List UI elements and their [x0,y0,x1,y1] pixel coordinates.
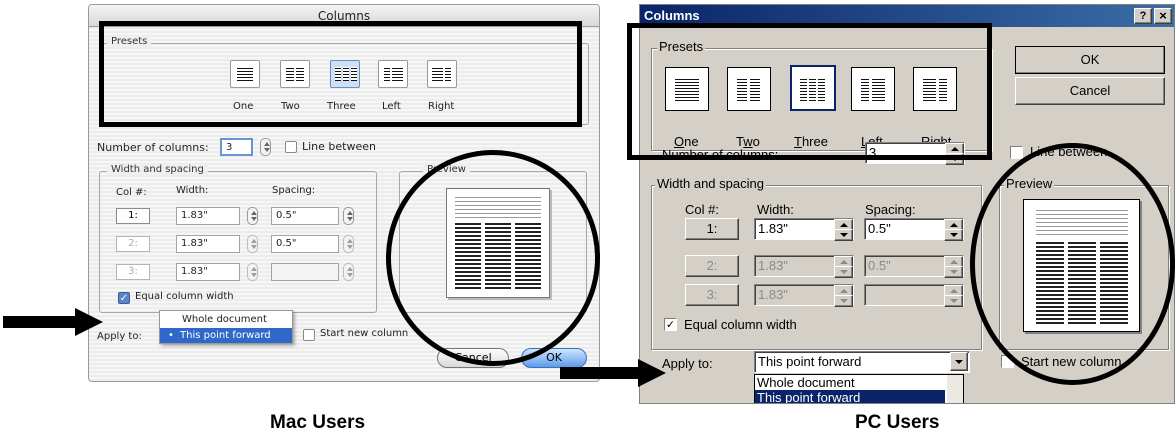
pc-apply-dropdown-button[interactable] [950,352,968,371]
mac-start-new-column-checkbox[interactable] [303,329,315,341]
pc-dropdown-scrollbar[interactable] [947,375,963,403]
pc-col-number-3: 3: [685,284,739,306]
mac-width-header: Width: [176,185,209,196]
pc-spacing-header: Spacing: [865,202,916,217]
mac-apply-to-menu[interactable]: Whole document • This point forward [159,310,293,344]
pc-col-number-1: 1: [685,218,739,240]
pc-spacing-spinner-1[interactable] [944,219,963,241]
pc-users-caption: PC Users [855,412,940,433]
pc-width-spinner-1[interactable] [834,219,853,241]
mac-apply-arrow-icon [75,308,103,336]
pc-spacing-spinner-2[interactable] [944,256,963,278]
pc-presets-highlight-box [627,23,992,160]
mac-spacing-input-1[interactable]: 0.5" [271,207,339,225]
mac-width-input-2[interactable]: 1.83" [176,235,240,253]
pc-close-button[interactable]: × [1154,8,1172,24]
mac-col-number-2: 2: [116,236,150,252]
mac-start-new-column-label: Start new column [320,328,409,339]
pc-apply-to-label: Apply to: [662,356,713,371]
mac-apply-option-whole[interactable]: Whole document [160,312,292,327]
chevron-down-icon [955,360,963,364]
pc-apply-option-forward[interactable]: This point forward [755,390,945,403]
mac-line-between-label: Line between [302,140,376,153]
mac-spacing-input-3[interactable] [271,263,339,281]
pc-cancel-button[interactable]: Cancel [1015,77,1165,105]
mac-num-columns-input[interactable]: 3 [220,138,253,156]
mac-col-number-1: 1: [116,208,150,224]
spin-down-icon[interactable] [944,295,963,307]
pc-ok-button[interactable]: OK [1015,46,1165,74]
pc-spacing-spinner-3[interactable] [944,285,963,307]
mac-num-columns-label: Number of columns: [97,141,209,154]
mac-num-columns-stepper[interactable] [260,138,271,156]
pc-width-spacing-label: Width and spacing [655,176,766,191]
pc-apply-arrow-shaft [560,367,640,379]
pc-dialog-title: Columns [644,8,700,23]
mac-apply-arrow-shaft [3,316,77,328]
mac-width-input-1[interactable]: 1.83" [176,207,240,225]
mac-spacing-stepper-2[interactable] [343,235,354,253]
mac-apply-option-forward[interactable]: • This point forward [160,328,292,343]
mac-width-stepper-2[interactable] [247,235,258,253]
spin-down-icon[interactable] [834,266,853,278]
spin-down-icon[interactable] [834,229,853,241]
pc-apply-to-dropdown-list[interactable]: Whole document This point forward [754,374,964,403]
mac-presets-highlight-box [99,21,582,127]
pc-col-number-2: 2: [685,255,739,277]
mac-preview-highlight-circle [386,150,600,366]
pc-col-header: Col #: [685,202,719,217]
spin-down-icon[interactable] [834,295,853,307]
mac-spacing-stepper-3[interactable] [343,263,354,281]
mac-equal-width-checkbox[interactable]: ✓ [118,292,130,304]
mac-line-between-checkbox[interactable] [285,141,297,153]
mac-users-caption: Mac Users [270,412,366,433]
mac-width-input-3[interactable]: 1.83" [176,263,240,281]
mac-spacing-stepper-1[interactable] [343,207,354,225]
mac-selected-bullet-icon: • [168,330,174,341]
mac-col-number-3: 3: [116,264,150,280]
mac-apply-to-label: Apply to: [97,331,142,342]
pc-width-header: Width: [757,202,794,217]
mac-width-stepper-1[interactable] [247,207,258,225]
pc-apply-to-select[interactable]: This point forward [754,351,970,373]
pc-width-spinner-3[interactable] [834,285,853,307]
spin-down-icon[interactable] [944,229,963,241]
pc-width-spinner-2[interactable] [834,256,853,278]
pc-equal-width-label: Equal column width [684,317,797,332]
pc-equal-width-checkbox[interactable]: ✓ [664,318,677,331]
mac-equal-width-label: Equal column width [135,291,234,302]
mac-spacing-header: Spacing: [272,185,316,196]
mac-width-stepper-3[interactable] [247,263,258,281]
mac-width-spacing-label: Width and spacing [107,164,208,175]
spin-down-icon[interactable] [944,266,963,278]
mac-spacing-input-2[interactable]: 0.5" [271,235,339,253]
pc-apply-arrow-icon [638,359,666,387]
pc-line-between-checkbox[interactable] [1010,146,1023,159]
mac-col-header: Col #: [116,187,147,198]
pc-help-button[interactable]: ? [1134,8,1152,24]
pc-apply-option-whole[interactable]: Whole document [755,375,945,390]
pc-preview-highlight-circle [970,143,1175,385]
